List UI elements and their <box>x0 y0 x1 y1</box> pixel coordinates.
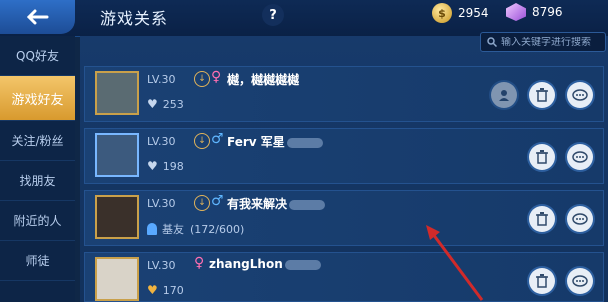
chat-button[interactable] <box>567 268 593 294</box>
friend-name: zhangLhon <box>209 257 321 271</box>
level-label: LV.30 <box>147 259 176 272</box>
search-field[interactable] <box>480 32 606 52</box>
chat-icon <box>572 275 588 287</box>
female-icon: ♀ <box>211 69 222 85</box>
avatar[interactable] <box>95 257 139 301</box>
redacted-blur <box>289 199 326 210</box>
sidebar-item-label: 师徒 <box>25 254 50 268</box>
sidebar-item-find-friends[interactable]: 找朋友 <box>0 161 75 201</box>
list-item[interactable]: LV.30 ↓ ♂ Ferv 军星 ♥ 198 <box>84 128 604 184</box>
intimacy-value: 198 <box>162 159 184 173</box>
chat-button[interactable] <box>567 206 593 232</box>
sidebar-item-label: 附近的人 <box>13 214 62 228</box>
trash-icon <box>536 274 548 288</box>
coin-amount: 2954 <box>458 6 489 20</box>
search-input[interactable] <box>497 36 601 48</box>
trash-icon <box>536 212 548 226</box>
list-item[interactable]: LV.30 ↓ ♂ 有我来解决 基友 (172/600) <box>84 190 604 246</box>
friend-name-text: Ferv 军星 <box>227 135 285 149</box>
chat-icon <box>572 89 588 101</box>
rank-badge-icon: ↓ <box>194 133 210 149</box>
row-actions <box>529 268 593 294</box>
level-label: LV.30 <box>147 135 176 148</box>
trash-icon <box>536 88 548 102</box>
heart-icon: ♥ <box>147 97 158 111</box>
coin-icon: $ <box>432 3 452 23</box>
gem-amount: 8796 <box>532 5 563 19</box>
intimacy-stat: ♥ 170 <box>147 283 184 297</box>
level-label: LV.30 <box>147 73 176 86</box>
level-label: LV.30 <box>147 197 176 210</box>
chat-button[interactable] <box>567 82 593 108</box>
friend-name: 樾，樾樾樾樾 <box>227 73 300 87</box>
male-icon: ♂ <box>211 131 224 147</box>
trash-icon <box>536 150 548 164</box>
friend-name: 有我来解决 <box>227 195 326 212</box>
sidebar-item-qq-friends[interactable]: QQ好友 <box>0 36 75 76</box>
list-item[interactable]: LV.30 ↓ ♀ 樾，樾樾樾樾 ♥ 253 <box>84 66 604 122</box>
relationship-label: 基友 <box>162 223 184 236</box>
sidebar-item-game-friends[interactable]: 游戏好友 <box>0 76 75 121</box>
delete-button[interactable] <box>529 82 555 108</box>
sidebar-item-label: QQ好友 <box>16 49 59 63</box>
avatar[interactable] <box>95 133 139 177</box>
gem-counter: 8796 <box>506 3 563 21</box>
sidebar-item-follow-fans[interactable]: 关注/粉丝 <box>0 121 75 161</box>
heart-icon: ♥ <box>147 159 158 173</box>
intimacy-value: 253 <box>162 97 184 111</box>
help-button[interactable]: ? <box>262 4 284 26</box>
row-actions <box>529 144 593 170</box>
coin-counter: $ 2954 <box>432 3 489 23</box>
list-item[interactable]: LV.30 ♀ zhangLhon ♥ 170 <box>84 252 604 302</box>
person-icon <box>499 90 509 101</box>
friend-name-text: 有我来解决 <box>227 197 288 211</box>
delete-button[interactable] <box>529 144 555 170</box>
avatar[interactable] <box>95 71 139 115</box>
avatar[interactable] <box>95 195 139 239</box>
relationship-count: (172/600) <box>190 222 245 236</box>
annotation-arrow-icon <box>426 225 484 301</box>
friend-list-panel: LV.30 ↓ ♀ 樾，樾樾樾樾 ♥ 253 LV.30 ↓ ♂ Ferv 军星… <box>80 32 608 302</box>
male-icon: ♂ <box>211 193 224 209</box>
redacted-blur <box>286 137 323 148</box>
delete-button[interactable] <box>529 268 555 294</box>
heart-icon: ♥ <box>147 283 158 297</box>
friend-name: Ferv 军星 <box>227 133 323 150</box>
back-button[interactable] <box>0 0 75 34</box>
page-title: 游戏关系 <box>100 9 169 28</box>
row-actions <box>491 82 593 108</box>
intimacy-stat: ♥ 253 <box>147 97 184 111</box>
chat-icon <box>572 151 588 163</box>
gem-icon <box>506 3 526 21</box>
sidebar: QQ好友 游戏好友 关注/粉丝 找朋友 附近的人 师徒 <box>0 36 75 302</box>
person-icon <box>147 223 157 235</box>
relationship-stat: 基友 (172/600) <box>147 221 244 237</box>
chat-button[interactable] <box>567 144 593 170</box>
friend-name-text: zhangLhon <box>209 257 283 271</box>
intimacy-value: 170 <box>162 283 184 297</box>
sidebar-item-nearby[interactable]: 附近的人 <box>0 201 75 241</box>
sidebar-item-label: 关注/粉丝 <box>11 134 64 148</box>
row-actions <box>529 206 593 232</box>
search-icon <box>487 37 497 47</box>
chat-icon <box>572 213 588 225</box>
rank-badge-icon: ↓ <box>194 195 210 211</box>
sidebar-item-mentor[interactable]: 师徒 <box>0 241 75 281</box>
sidebar-item-label: 找朋友 <box>19 174 56 188</box>
intimacy-stat: ♥ 198 <box>147 159 184 173</box>
sidebar-item-label: 游戏好友 <box>11 92 64 108</box>
rank-badge-icon: ↓ <box>194 71 210 87</box>
delete-button[interactable] <box>529 206 555 232</box>
profile-button[interactable] <box>491 82 517 108</box>
redacted-blur <box>284 259 321 270</box>
back-arrow-icon <box>26 9 48 25</box>
female-icon: ♀ <box>194 255 205 271</box>
